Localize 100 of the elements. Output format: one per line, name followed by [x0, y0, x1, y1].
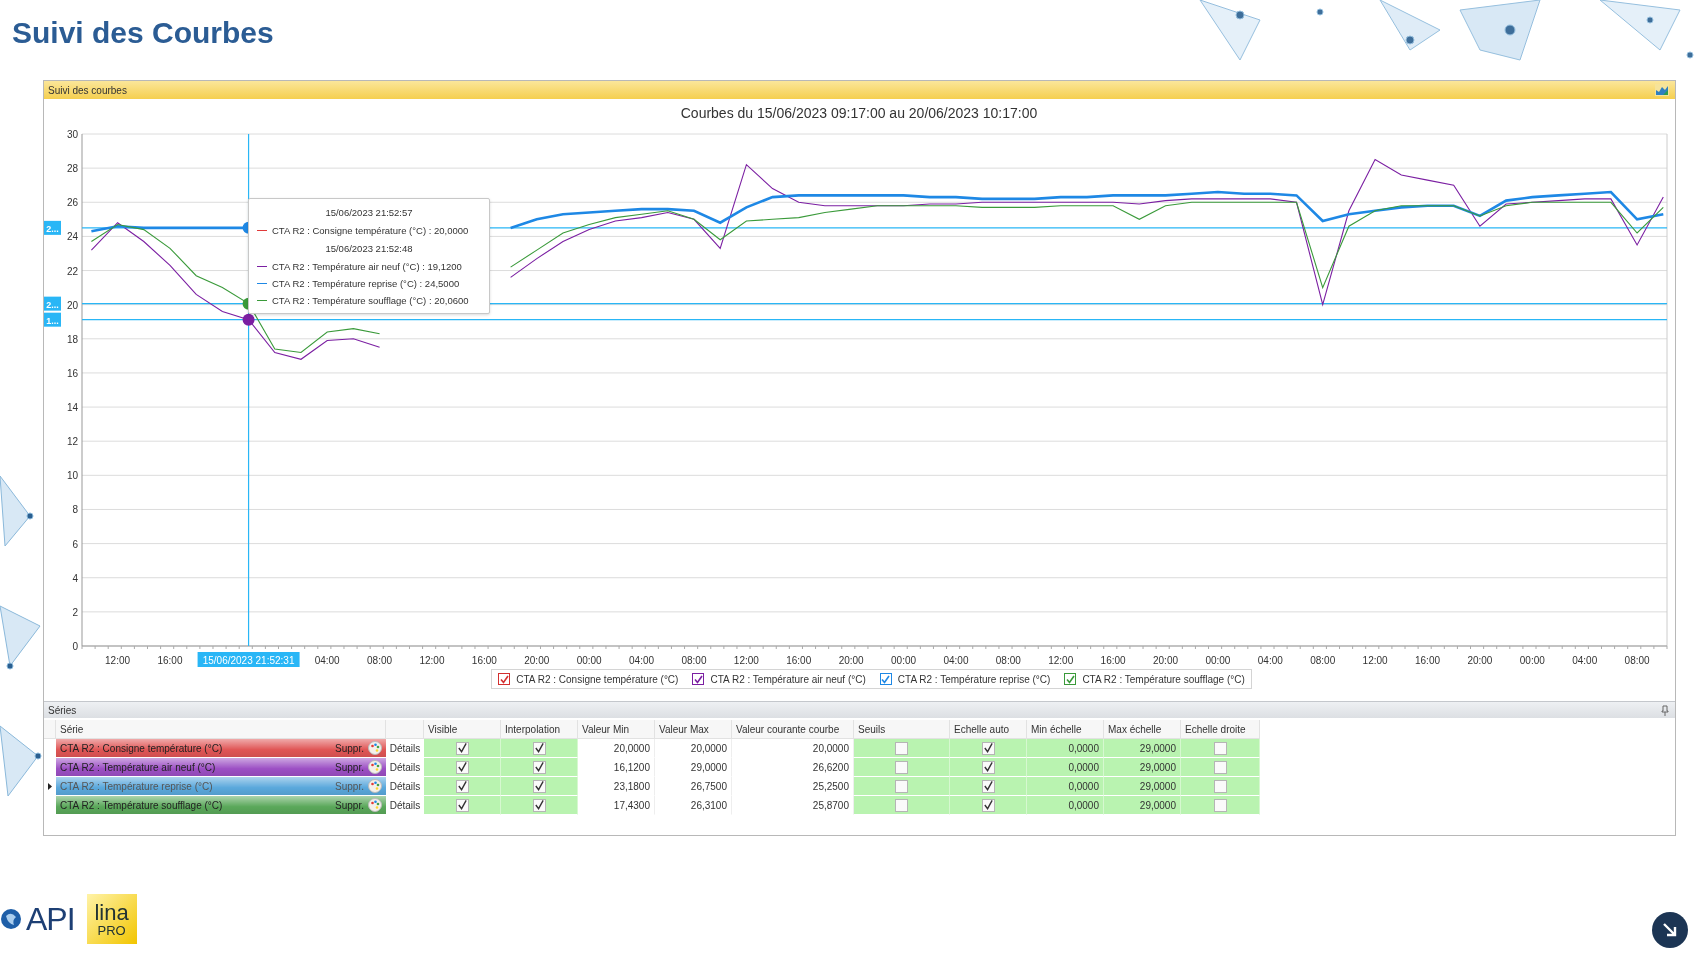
checkbox[interactable]: [981, 760, 995, 774]
column-header[interactable]: Valeur courante courbe: [732, 720, 854, 739]
palette-icon[interactable]: [368, 798, 382, 812]
series-name: CTA R2 : Température reprise (°C): [60, 780, 213, 792]
series-cell[interactable]: CTA R2 : Température soufflage (°C) Suppr.: [56, 796, 386, 815]
window-title: Suivi des courbes: [48, 84, 127, 96]
y-tick-label: 4: [72, 572, 78, 584]
palette-icon[interactable]: [368, 760, 382, 774]
delete-link[interactable]: Suppr.: [335, 799, 364, 811]
column-header[interactable]: Echelle auto: [950, 720, 1027, 739]
x-tick-label: 08:00: [1624, 655, 1650, 666]
x-tick-label: 04:00: [629, 655, 655, 666]
y-tick-label: 22: [66, 265, 78, 277]
checkbox[interactable]: [1213, 798, 1227, 812]
table-cell: 17,4300: [578, 796, 655, 815]
x-tick-label: 12:00: [105, 655, 131, 666]
x-tick-label: 00:00: [1519, 655, 1545, 666]
table-cell: 20,0000: [578, 739, 655, 758]
checkbox[interactable]: [455, 779, 469, 793]
legend-label: CTA R2 : Température soufflage (°C): [1082, 673, 1245, 685]
checkbox[interactable]: [532, 798, 546, 812]
palette-icon[interactable]: [368, 779, 382, 793]
checkbox[interactable]: [895, 798, 908, 812]
globe-icon: [0, 908, 22, 930]
x-tick-label: 16:00: [471, 655, 497, 666]
y-tick-label: 10: [66, 470, 78, 482]
column-header[interactable]: Valeur Max: [655, 720, 732, 739]
series-name: CTA R2 : Consigne température (°C): [60, 742, 223, 754]
table-cell: 0,0000: [1027, 758, 1104, 777]
legend-checkbox[interactable]: [498, 673, 511, 685]
checkbox[interactable]: [895, 779, 908, 793]
logo-text: API: [26, 900, 75, 938]
x-tick-label: 04:00: [943, 655, 969, 666]
x-tick-label: 20:00: [1153, 655, 1179, 666]
tooltip-entry: CTA R2 : Température soufflage (°C) : 20,0600: [272, 295, 469, 306]
y-tick-label: 0: [72, 641, 78, 652]
checkbox[interactable]: [981, 779, 995, 793]
series-name: CTA R2 : Température air neuf (°C): [60, 761, 216, 773]
legend-label: CTA R2 : Consigne température (°C): [516, 673, 679, 685]
x-tick-label: 00:00: [891, 655, 917, 666]
x-tick-label: 00:00: [1205, 655, 1231, 666]
x-tick-label: 12:00: [1362, 655, 1388, 666]
column-header[interactable]: Min échelle: [1027, 720, 1104, 739]
series-cell[interactable]: CTA R2 : Consigne température (°C) Suppr.: [56, 739, 386, 758]
pin-icon[interactable]: [1661, 704, 1669, 716]
x-tick-label: 12:00: [733, 655, 759, 666]
x-tick-label: 08:00: [995, 655, 1021, 666]
table-cell: 0,0000: [1027, 777, 1104, 796]
y-tick-label: 26: [66, 197, 78, 209]
checkbox[interactable]: [532, 741, 546, 755]
legend-checkbox[interactable]: [1064, 673, 1077, 685]
checkbox[interactable]: [532, 779, 546, 793]
column-header[interactable]: Valeur Min: [578, 720, 655, 739]
legend-checkbox[interactable]: [692, 673, 705, 685]
table-cell: 29,0000: [1104, 739, 1181, 758]
value-badge: 2...: [44, 296, 61, 311]
legend-label: CTA R2 : Température air neuf (°C): [710, 673, 866, 685]
checkbox[interactable]: [1213, 760, 1227, 774]
x-tick-label: 08:00: [367, 655, 393, 666]
arrow-icon: [1661, 921, 1679, 939]
logo-text: lina: [94, 901, 129, 924]
checkbox[interactable]: [455, 741, 469, 755]
table-cell: 16,1200: [578, 758, 655, 777]
column-header[interactable]: Interpolation: [501, 720, 578, 739]
value-badge: 1...: [44, 312, 61, 327]
series-cell[interactable]: CTA R2 : Température air neuf (°C) Suppr.: [56, 758, 386, 777]
tooltip-time: 15/06/2023 21:52:57: [324, 206, 414, 220]
checkbox[interactable]: [981, 798, 995, 812]
checkbox[interactable]: [455, 798, 469, 812]
column-header[interactable]: Visible: [424, 720, 501, 739]
column-header[interactable]: Echelle droite: [1181, 720, 1260, 739]
next-button[interactable]: [1652, 912, 1688, 948]
y-tick-label: 20: [66, 299, 78, 311]
x-tick-label: 04:00: [1257, 655, 1283, 666]
delete-link[interactable]: Suppr.: [335, 742, 364, 754]
palette-icon[interactable]: [368, 741, 382, 755]
page-title: Suivi des Courbes: [12, 16, 274, 50]
checkbox[interactable]: [532, 760, 546, 774]
tooltip-entry: CTA R2 : Température reprise (°C) : 24,5000: [272, 278, 460, 289]
checkbox[interactable]: [1213, 741, 1227, 755]
x-tick-label: 16:00: [786, 655, 812, 666]
legend-checkbox[interactable]: [879, 673, 892, 685]
x-tick-label: 12:00: [1048, 655, 1074, 666]
tooltip-entry: CTA R2 : Température air neuf (°C) : 19,1200: [272, 261, 462, 272]
checkbox[interactable]: [455, 760, 469, 774]
x-tick-label: 20:00: [838, 655, 864, 666]
x-tick-label: 20:00: [1467, 655, 1493, 666]
checkbox[interactable]: [895, 741, 908, 755]
checkbox[interactable]: [981, 741, 995, 755]
table-cell: 20,0000: [655, 739, 732, 758]
cursor-time-badge: 15/06/2023 21:52:31: [197, 652, 300, 667]
x-tick-label: 12:00: [419, 655, 445, 666]
checkbox[interactable]: [895, 760, 908, 774]
chart-icon[interactable]: [1655, 84, 1669, 96]
checkbox[interactable]: [1213, 779, 1227, 793]
column-header[interactable]: Max échelle: [1104, 720, 1181, 739]
column-header[interactable]: Série: [56, 720, 386, 739]
column-header[interactable]: Seuils: [854, 720, 950, 739]
table-cell: 0,0000: [1027, 796, 1104, 815]
y-tick-label: 16: [66, 367, 78, 379]
